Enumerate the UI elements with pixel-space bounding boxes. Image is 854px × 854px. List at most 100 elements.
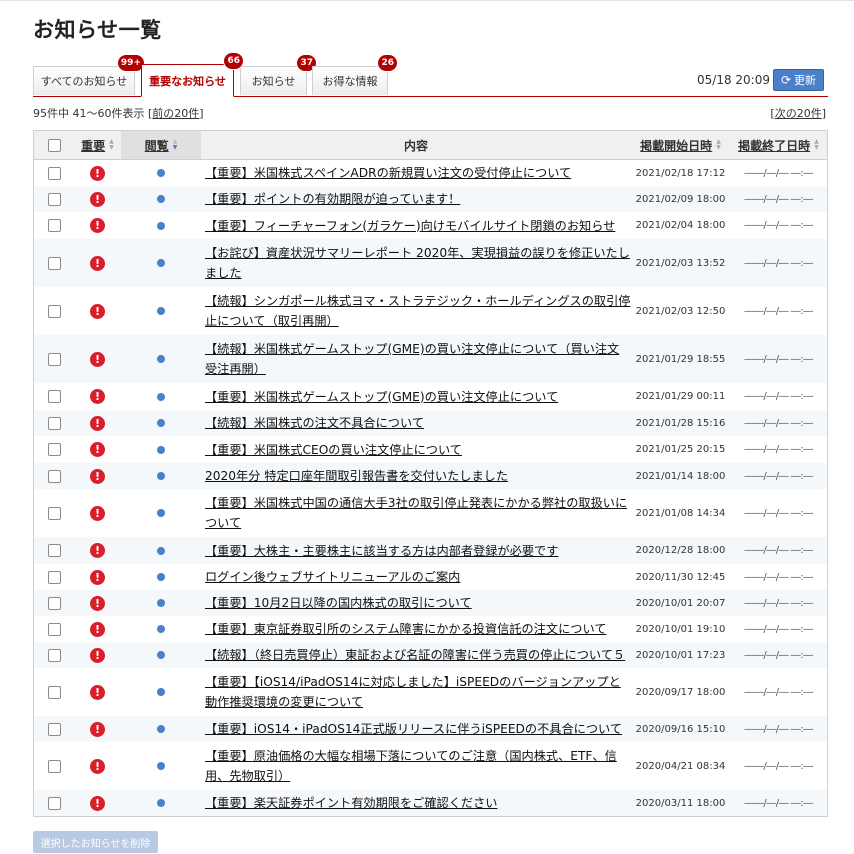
row-select-cell[interactable] xyxy=(34,436,74,463)
table-row: ! 【重要】【iOS14/iPadOS14に対応しました】iSPEEDのバージョン… xyxy=(34,668,827,716)
row-select-cell[interactable] xyxy=(34,590,74,616)
row-select-cell[interactable] xyxy=(34,489,74,537)
row-checkbox[interactable] xyxy=(47,796,61,810)
refresh-button[interactable]: ⟳ 更新 xyxy=(773,69,824,91)
row-select-cell[interactable] xyxy=(34,239,74,287)
page-title: お知らせ一覧 xyxy=(33,18,162,42)
select-all-checkbox[interactable] xyxy=(47,138,61,152)
notice-title-link[interactable]: 【重要】東京証券取引所のシステム障害にかかる投資信託の注文について xyxy=(205,619,606,639)
row-select-cell[interactable] xyxy=(34,790,74,816)
notice-title-link[interactable]: 【続報】米国株式の注文不具合について xyxy=(205,413,424,433)
notice-title-link[interactable]: 【重要】大株主・主要株主に該当する方は内部者登録が必要です xyxy=(205,541,558,561)
important-icon: ! xyxy=(90,721,105,737)
row-checkbox[interactable] xyxy=(47,759,61,773)
row-select-cell[interactable] xyxy=(34,616,74,642)
delete-selected-button[interactable]: 選択したお知らせを削除 xyxy=(33,831,158,853)
row-checkbox[interactable] xyxy=(47,544,61,557)
header-read[interactable]: 閲覧 ▲ ▼ xyxy=(121,131,201,159)
row-select-cell[interactable] xyxy=(34,160,74,186)
row-checkbox[interactable] xyxy=(47,219,61,232)
start-date-cell: 2020/11/30 12:45 xyxy=(635,571,726,583)
row-checkbox[interactable] xyxy=(47,570,61,584)
row-checkbox[interactable] xyxy=(47,166,61,180)
row-select-cell[interactable] xyxy=(34,186,74,212)
end-date-cell: ――/―/― ―:― xyxy=(744,444,813,455)
notice-title-link[interactable]: 【重要】10月2日以降の国内株式の取引について xyxy=(205,593,472,613)
table-row: ! 【重要】米国株式スペインADRの新規買い注文の受付停止について 2021/02/… xyxy=(34,160,827,186)
header-important[interactable]: 重要 ▲ ▼ xyxy=(74,131,121,159)
notice-title-link[interactable]: 【重要】iOS14・iPadOS14正式版リリースに伴うiSPEEDの不具合につ… xyxy=(205,719,622,739)
row-checkbox[interactable] xyxy=(47,443,61,456)
notice-title-link[interactable]: 【重要】米国株式ゲームストップ(GME)の買い注文停止について xyxy=(205,387,558,407)
row-select-cell[interactable] xyxy=(34,287,74,335)
read-status-cell xyxy=(121,410,201,436)
important-icon: ! xyxy=(90,218,105,233)
row-select-cell[interactable] xyxy=(34,716,74,742)
row-checkbox[interactable] xyxy=(47,416,61,430)
row-select-cell[interactable] xyxy=(34,564,74,590)
row-checkbox[interactable] xyxy=(47,622,61,636)
end-date-cell: ――/―/― ―:― xyxy=(744,305,813,317)
row-checkbox[interactable] xyxy=(47,352,61,366)
read-status-cell xyxy=(121,616,201,642)
row-checkbox[interactable] xyxy=(47,469,61,483)
notice-title-link[interactable]: 【続報】シンガポール株式ヨマ・ストラテジック・ホールディングスの取引停止について… xyxy=(205,291,631,331)
important-icon: ! xyxy=(90,684,105,700)
header-start[interactable]: 掲載開始日時 ▲ ▼ xyxy=(631,131,730,159)
title-cell: 【続報】シンガポール株式ヨマ・ストラテジック・ホールディングスの取引停止について… xyxy=(201,287,631,335)
row-select-cell[interactable] xyxy=(34,742,74,790)
notice-title-link[interactable]: 【重要】米国株式中国の通信大手3社の取引停止発表にかかる弊社の取扱いについて xyxy=(205,493,631,533)
prev-page-link[interactable]: 前の20件 xyxy=(152,107,199,120)
notice-title-link[interactable]: 2020年分 特定口座年間取引報告書を交付いたしました xyxy=(205,466,508,486)
notice-title-link[interactable]: 【重要】【iOS14/iPadOS14に対応しました】iSPEEDのバージョンア… xyxy=(205,672,631,712)
row-checkbox[interactable] xyxy=(47,722,61,736)
row-select-cell[interactable] xyxy=(34,537,74,564)
important-cell: ! xyxy=(74,716,121,742)
read-status-cell xyxy=(121,716,201,742)
tab-all[interactable]: すべてのお知らせ 99+ xyxy=(33,54,145,95)
row-checkbox[interactable] xyxy=(47,192,61,206)
end-date-cell: ――/―/― ―:― xyxy=(744,417,813,429)
end-date-cell: ――/―/― ―:― xyxy=(744,220,813,231)
row-select-cell[interactable] xyxy=(34,642,74,668)
unread-dot-icon xyxy=(157,762,165,770)
title-cell: 【重要】iOS14・iPadOS14正式版リリースに伴うiSPEEDの不具合につ… xyxy=(201,716,631,742)
header-end[interactable]: 掲載終了日時 ▲ ▼ xyxy=(730,131,827,159)
row-checkbox[interactable] xyxy=(47,685,61,699)
row-checkbox[interactable] xyxy=(47,596,61,610)
notice-title-link[interactable]: 【重要】楽天証券ポイント有効期限をご確認ください xyxy=(205,793,498,813)
notice-title-link[interactable]: ログイン後ウェブサイトリニューアルのご案内 xyxy=(205,567,460,587)
row-select-cell[interactable] xyxy=(34,463,74,489)
row-checkbox[interactable] xyxy=(47,390,61,403)
row-select-cell[interactable] xyxy=(34,410,74,436)
row-select-cell[interactable] xyxy=(34,335,74,383)
row-select-cell[interactable] xyxy=(34,668,74,716)
notice-title-link[interactable]: 【重要】米国株式CEOの買い注文停止について xyxy=(205,440,462,460)
notice-title-link[interactable]: 【続報】（終日売買停止）東証および名証の障害に伴う売買の停止について５ xyxy=(205,645,625,665)
tab-important[interactable]: 重要なお知らせ 66 xyxy=(141,52,244,97)
end-date-cell: ――/―/― ―:― xyxy=(744,193,813,205)
row-checkbox[interactable] xyxy=(47,304,61,318)
row-checkbox[interactable] xyxy=(47,256,61,270)
row-select-cell[interactable] xyxy=(34,383,74,410)
tab-notices[interactable]: お知らせ 37 xyxy=(240,54,317,95)
notice-title-link[interactable]: 【続報】米国株式ゲームストップ(GME)の買い注文停止について（買い注文受注再開… xyxy=(205,339,631,379)
table-row: ! 【続報】米国株式ゲームストップ(GME)の買い注文停止について（買い注文受注再… xyxy=(34,335,827,383)
title-cell: 【重要】大株主・主要株主に該当する方は内部者登録が必要です xyxy=(201,537,631,564)
notice-title-link[interactable]: 【重要】原油価格の大幅な相場下落についてのご注意（国内株式、ETF、信用、先物取… xyxy=(205,746,631,786)
notice-title-link[interactable]: 【重要】ポイントの有効期限が迫っています！ xyxy=(205,189,460,209)
tab-deals[interactable]: お得な情報 26 xyxy=(312,54,398,95)
table-row: ! 【重要】米国株式CEOの買い注文停止について 2021/01/25 20:15 ―… xyxy=(34,436,827,463)
notice-title-link[interactable]: 【お詫び】資産状況サマリーレポート 2020年、実現損益の誤りを修正いたしました xyxy=(205,243,631,283)
header-select-all[interactable] xyxy=(34,131,74,159)
notice-title-link[interactable]: 【重要】フィーチャーフォン(ガラケー)向けモバイルサイト閉鎖のお知らせ xyxy=(205,216,615,236)
next-page-link[interactable]: 次の20件 xyxy=(775,107,822,120)
row-checkbox[interactable] xyxy=(47,506,61,520)
notice-title-link[interactable]: 【重要】米国株式スペインADRの新規買い注文の受付停止について xyxy=(205,163,571,183)
unread-dot-icon xyxy=(157,392,165,401)
row-select-cell[interactable] xyxy=(34,212,74,239)
row-checkbox[interactable] xyxy=(47,648,61,662)
unread-dot-icon xyxy=(157,625,165,633)
unread-dot-icon xyxy=(157,419,165,427)
important-cell: ! xyxy=(74,616,121,642)
